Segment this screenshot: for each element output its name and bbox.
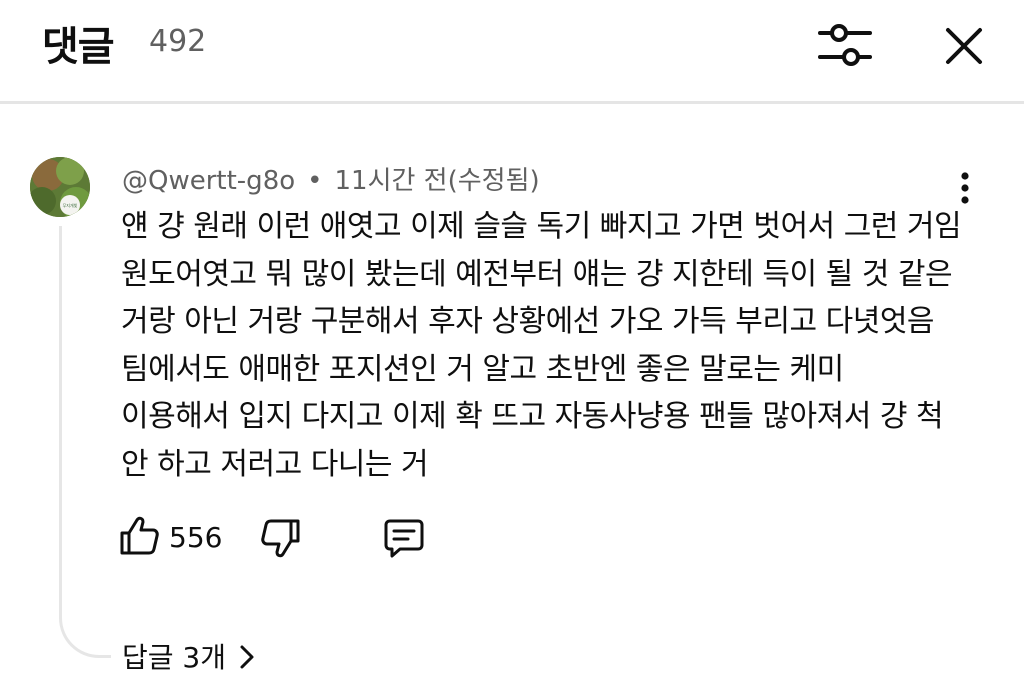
close-icon <box>946 28 982 64</box>
chevron-right-icon <box>240 645 254 669</box>
view-replies-button[interactable]: 답글 3개 <box>122 636 256 676</box>
thumbs-down-icon <box>261 519 300 558</box>
comment-body: 얜 걍 원래 이런 애엿고 이제 슬슬 독기 빠지고 가면 벗어서 그런 거임 … <box>121 203 962 489</box>
comment-time: 11시간 전(수정됨) <box>334 166 540 196</box>
comment-count: 492 <box>149 24 207 59</box>
reply-button[interactable] <box>382 517 426 559</box>
page-title: 댓글 <box>42 24 115 70</box>
thread-connector <box>59 612 111 658</box>
avatar[interactable]: 무지개빛 <box>30 157 90 217</box>
like-count: 556 <box>169 521 223 554</box>
avatar-image: 무지개빛 <box>30 157 90 217</box>
comment-line: 얜 걍 원래 이런 애엿고 이제 슬슬 독기 빠지고 가면 벗어서 그런 거임 <box>121 209 962 244</box>
meta-separator: • <box>307 166 323 196</box>
comment-line: 팀에서도 애매한 포지션인 거 알고 초반엔 좋은 말로는 케미 <box>121 351 844 387</box>
comment-author[interactable]: @Qwertt-g8o <box>122 166 295 196</box>
comment-meta: @Qwertt-g8o • 11시간 전(수정됨) <box>122 160 540 197</box>
comment-line: 거랑 아닌 거랑 구분해서 후자 상황에선 가오 가득 부리고 다녓엇음 <box>121 304 935 340</box>
dislike-button[interactable] <box>260 517 302 559</box>
comments-header: 댓글 492 <box>0 0 1024 104</box>
sort-filter-button[interactable] <box>816 20 874 70</box>
replies-label: 답글 3개 <box>122 641 226 674</box>
sliders-icon <box>818 24 872 66</box>
comment-line: 원도어엿고 뭐 많이 봤는데 예전부터 얘는 걍 지한테 득이 될 것 같은 <box>121 256 953 292</box>
thumbs-up-icon <box>120 516 159 555</box>
like-button[interactable] <box>118 515 160 557</box>
svg-text:무지개빛: 무지개빛 <box>63 202 78 208</box>
close-button[interactable] <box>940 22 988 70</box>
thread-line <box>59 226 62 616</box>
comment-icon <box>384 519 424 558</box>
comment-line: 이용해서 입지 다지고 이제 확 뜨고 자동사냥용 팬들 많아져서 걍 척 <box>121 399 944 435</box>
comment-line: 안 하고 저러고 다니는 거 <box>121 446 429 482</box>
